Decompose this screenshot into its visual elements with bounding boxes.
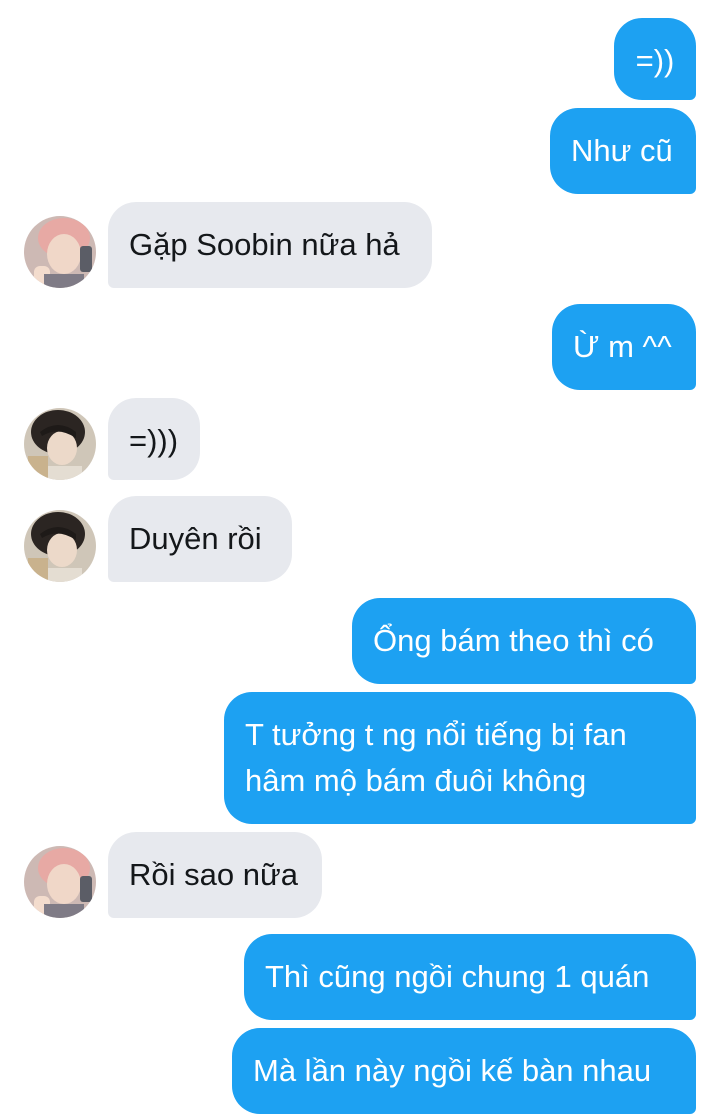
avatar-pink-hair-icon xyxy=(24,216,96,288)
message-bubble-outgoing[interactable]: Mà lần này ngồi kế bàn nhau xyxy=(232,1028,696,1114)
avatar-dark-hair[interactable] xyxy=(24,510,96,582)
message-bubble-outgoing[interactable]: =)) xyxy=(614,18,696,100)
chat-thread: =)) Như cũ Gặp Soobin nữa hả Ừ m ^^ =))) xyxy=(0,0,720,1116)
message-bubble-incoming[interactable]: Rồi sao nữa xyxy=(108,832,322,918)
message-bubble-incoming[interactable]: Duyên rồi xyxy=(108,496,292,582)
avatar-dark-hair-icon xyxy=(24,408,96,480)
avatar-pink-hair[interactable] xyxy=(24,216,96,288)
avatar-dark-hair-icon xyxy=(24,510,96,582)
message-bubble-outgoing[interactable]: Ừ m ^^ xyxy=(552,304,696,390)
avatar-pink-hair[interactable] xyxy=(24,846,96,918)
message-bubble-outgoing[interactable]: Như cũ xyxy=(550,108,696,194)
message-bubble-outgoing[interactable]: T tưởng t ng nổi tiếng bị fan hâm mộ bám… xyxy=(224,692,696,824)
message-bubble-outgoing[interactable]: Thì cũng ngồi chung 1 quán xyxy=(244,934,696,1020)
avatar-dark-hair[interactable] xyxy=(24,408,96,480)
message-bubble-incoming[interactable]: Gặp Soobin nữa hả xyxy=(108,202,432,288)
message-bubble-outgoing[interactable]: Ổng bám theo thì có xyxy=(352,598,696,684)
avatar-pink-hair-icon xyxy=(24,846,96,918)
message-bubble-incoming[interactable]: =))) xyxy=(108,398,200,480)
